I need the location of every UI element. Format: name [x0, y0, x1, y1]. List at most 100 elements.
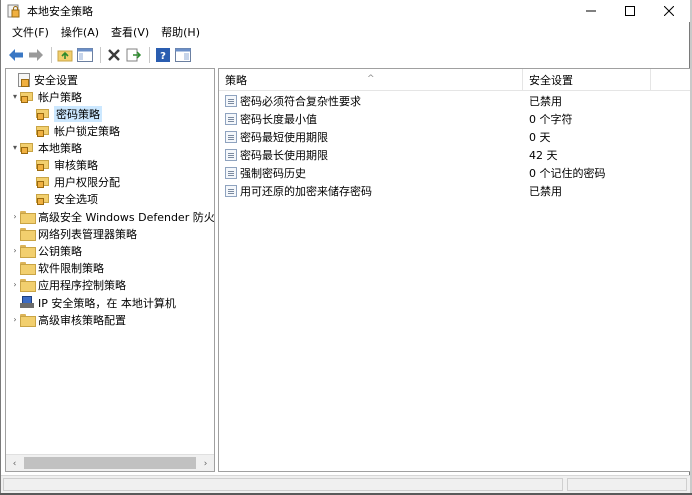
lock-folder-icon	[36, 193, 50, 205]
back-arrow-icon[interactable]	[7, 46, 25, 64]
toolbar-separator	[100, 47, 101, 63]
tree-item-label: 用户权限分配	[54, 175, 120, 189]
tree-item-label: 安全选项	[54, 192, 98, 206]
table-row[interactable]: 密码必须符合复杂性要求 已禁用	[219, 92, 690, 110]
tree-item-application-control-policies[interactable]: › 应用程序控制策略	[10, 276, 126, 293]
tree-item-ip-security-policies[interactable]: IP 安全策略，在 本地计算机	[10, 294, 176, 311]
policy-name: 密码最长使用期限	[240, 149, 328, 162]
policy-value: 0 个字符	[529, 113, 573, 126]
tree-item-public-key-policies[interactable]: › 公钥策略	[10, 242, 82, 259]
menu-help[interactable]: 帮助(H)	[155, 24, 206, 42]
tree-item-software-restriction-policies[interactable]: 软件限制策略	[10, 259, 104, 276]
tree-item-label: 软件限制策略	[38, 261, 104, 275]
tree-item-account-policies[interactable]: ▾ 帐户策略	[10, 88, 82, 105]
export-list-icon[interactable]	[125, 46, 143, 64]
policy-name: 强制密码历史	[240, 167, 306, 180]
tree-item-user-rights-assignment[interactable]: 用户权限分配	[26, 173, 120, 190]
column-header-policy[interactable]: 策略 ^	[219, 69, 523, 91]
tree-item-password-policy[interactable]: 密码策略	[26, 105, 102, 122]
menu-view[interactable]: 查看(V)	[105, 24, 155, 42]
forward-arrow-icon[interactable]	[27, 46, 45, 64]
tree-expander-closed[interactable]: ›	[10, 208, 20, 225]
tree-expander-closed[interactable]: ›	[10, 276, 20, 293]
tree-item-label: 应用程序控制策略	[38, 278, 126, 292]
policy-name: 密码最短使用期限	[240, 131, 328, 144]
tree-expander	[26, 190, 36, 207]
table-row[interactable]: 强制密码历史 0 个记住的密码	[219, 164, 690, 182]
window-title: 本地安全策略	[27, 5, 93, 18]
tree-item-label: 审核策略	[54, 158, 98, 172]
table-row[interactable]: 密码最短使用期限 0 天	[219, 128, 690, 146]
maximize-button[interactable]	[612, 0, 648, 22]
tree-item-network-list-manager-policies[interactable]: 网络列表管理器策略	[10, 225, 137, 242]
table-row[interactable]: 用可还原的加密来储存密码 已禁用	[219, 182, 690, 200]
lock-folder-icon	[36, 176, 50, 188]
tree-expander-closed[interactable]: ›	[10, 311, 20, 328]
tree-item-label: 高级审核策略配置	[38, 313, 126, 327]
tree-expander	[8, 71, 18, 88]
scroll-left-icon[interactable]: ‹	[6, 455, 23, 471]
policy-setting-icon	[225, 113, 237, 125]
up-folder-icon[interactable]	[56, 46, 74, 64]
tree-expander	[10, 259, 20, 276]
policy-setting-icon	[225, 131, 237, 143]
tree-item-label: 帐户锁定策略	[54, 124, 120, 138]
tree-item-local-policies[interactable]: ▾ 本地策略	[10, 139, 82, 156]
svg-text:?: ?	[160, 51, 166, 62]
lock-folder-icon	[20, 142, 34, 154]
scroll-right-icon[interactable]: ›	[197, 455, 214, 471]
tree-item-label: 高级安全 Windows Defender 防火墙	[38, 210, 215, 224]
help-icon[interactable]: ?	[154, 46, 172, 64]
close-button[interactable]	[651, 0, 687, 22]
folder-icon	[20, 279, 36, 292]
tree-horizontal-scrollbar[interactable]: ‹ ›	[6, 454, 214, 471]
tree-item-advanced-audit-policy[interactable]: › 高级审核策略配置	[10, 311, 126, 328]
policy-setting-icon	[225, 95, 237, 107]
scrollbar-thumb[interactable]	[24, 457, 196, 469]
tree-expander	[26, 122, 36, 139]
app-icon	[7, 4, 21, 18]
tree-item-account-lockout-policy[interactable]: 帐户锁定策略	[26, 122, 120, 139]
delete-icon[interactable]	[105, 46, 123, 64]
tree-item-security-options[interactable]: 安全选项	[26, 190, 98, 207]
policy-setting-icon	[225, 167, 237, 179]
menu-action[interactable]: 操作(A)	[55, 24, 105, 42]
policy-value: 0 个记住的密码	[529, 167, 606, 180]
tree-item-security-settings[interactable]: 安全设置	[8, 71, 78, 88]
minimize-button[interactable]	[573, 0, 609, 22]
policy-setting-icon	[225, 149, 237, 161]
tree-item-windows-defender-firewall[interactable]: › 高级安全 Windows Defender 防火墙	[10, 208, 215, 225]
tree-item-label: 本地策略	[38, 141, 82, 155]
tree-expander-closed[interactable]: ›	[10, 242, 20, 259]
policy-list[interactable]: 策略 ^ 安全设置 密码必须符合复杂性要求 已禁用 密码长度最小值 0 个字符 …	[218, 68, 691, 472]
show-hide-tree-icon[interactable]	[76, 46, 94, 64]
column-header-security-setting[interactable]: 安全设置	[523, 69, 651, 91]
table-row[interactable]: 密码长度最小值 0 个字符	[219, 110, 690, 128]
properties-icon[interactable]	[174, 46, 192, 64]
tree-expander-open[interactable]: ▾	[10, 139, 20, 156]
security-settings-icon	[18, 72, 30, 87]
policy-name: 密码长度最小值	[240, 113, 317, 126]
toolbar-separator	[51, 47, 52, 63]
menu-bar: 文件(F) 操作(A) 查看(V) 帮助(H)	[1, 24, 206, 42]
policy-setting-icon	[225, 185, 237, 197]
lock-folder-icon	[36, 159, 50, 171]
title-bar: 本地安全策略	[1, 0, 691, 22]
folder-icon	[20, 262, 36, 275]
table-row[interactable]: 密码最长使用期限 42 天	[219, 146, 690, 164]
lock-folder-icon	[20, 91, 34, 103]
policy-value: 已禁用	[529, 185, 562, 198]
status-segment	[3, 478, 563, 491]
policy-name: 用可还原的加密来储存密码	[240, 185, 372, 198]
tree-item-label: 公钥策略	[38, 244, 82, 258]
toolbar: ?	[1, 44, 691, 66]
navigation-tree[interactable]: 安全设置 ▾ 帐户策略 密码策略 帐户锁定策略 ▾ 本地策略 审核策略 用户权限…	[5, 68, 215, 472]
folder-icon	[20, 228, 36, 241]
tree-expander	[10, 225, 20, 242]
lock-folder-icon	[36, 125, 50, 137]
tree-expander	[26, 105, 36, 122]
tree-expander-open[interactable]: ▾	[10, 88, 20, 105]
menu-file[interactable]: 文件(F)	[1, 24, 55, 42]
tree-item-audit-policy[interactable]: 审核策略	[26, 156, 98, 173]
tree-item-label: 密码策略	[54, 105, 102, 122]
